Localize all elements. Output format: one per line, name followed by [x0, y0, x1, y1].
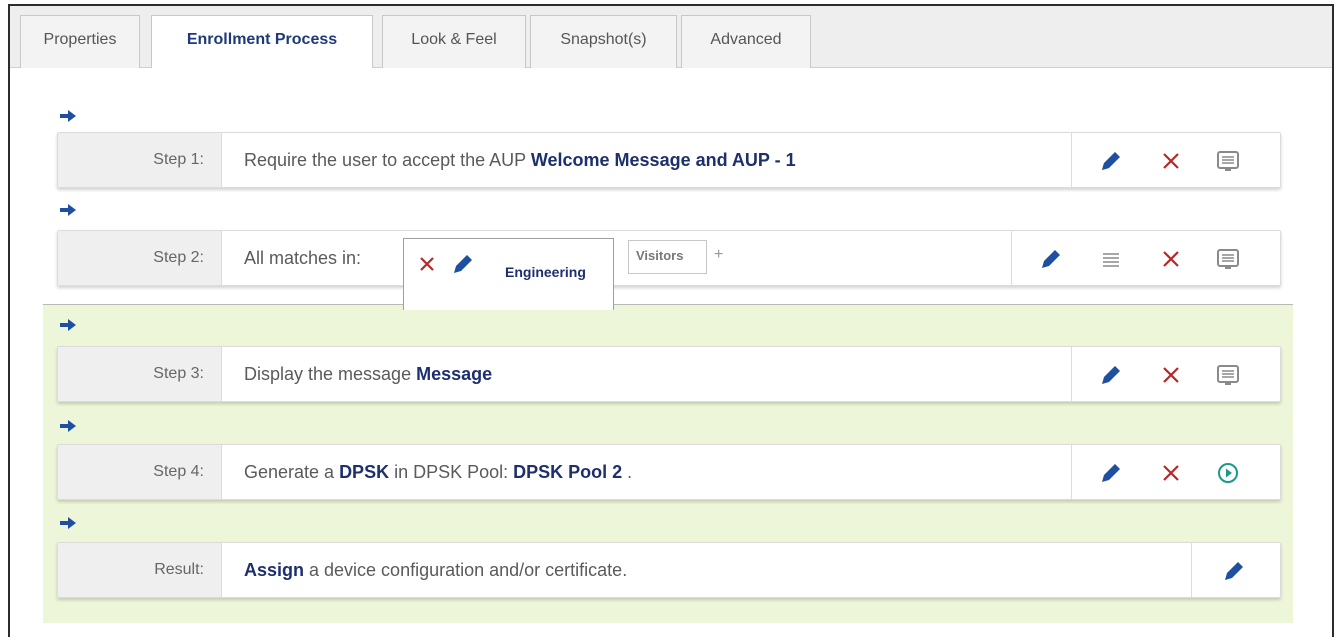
enrollment-process-panel: Step 1: Require the user to accept the A…	[10, 68, 1332, 637]
step-label: Step 4:	[58, 445, 222, 499]
arrow-right-icon	[60, 110, 76, 122]
step-text: in DPSK Pool:	[389, 462, 514, 482]
group-name: Engineering	[505, 264, 586, 280]
result-row: Result: Assign a device configuration an…	[57, 542, 1281, 598]
assign-link[interactable]: Assign	[244, 560, 304, 580]
edit-icon[interactable]	[1221, 558, 1247, 584]
delete-icon[interactable]	[1158, 148, 1184, 174]
group-delete-icon[interactable]	[414, 251, 440, 277]
step-row-4: Step 4: Generate a DPSK in DPSK Pool: DP…	[57, 444, 1281, 500]
step-actions	[1071, 347, 1280, 401]
tab-properties[interactable]: Properties	[20, 15, 140, 68]
tab-advanced[interactable]: Advanced	[681, 15, 811, 68]
dpsk-link[interactable]: DPSK	[339, 462, 389, 482]
step-description: All matches in:	[244, 248, 362, 268]
tab-bar: Properties Enrollment Process Look & Fee…	[10, 6, 1332, 69]
step-label: Step 2:	[58, 231, 222, 285]
add-group-button[interactable]: +	[714, 246, 723, 264]
group-edit-icon[interactable]	[450, 251, 476, 277]
window-frame: Properties Enrollment Process Look & Fee…	[8, 4, 1334, 637]
delete-icon[interactable]	[1158, 246, 1184, 272]
result-label: Result:	[58, 543, 222, 597]
step-text: Require the user to accept the AUP	[244, 150, 531, 170]
aup-link[interactable]: Welcome Message and AUP - 1	[531, 150, 796, 170]
list-icon[interactable]	[1098, 246, 1124, 272]
edit-icon[interactable]	[1098, 362, 1124, 388]
dpsk-pool-link[interactable]: DPSK Pool 2	[513, 462, 622, 482]
step-actions	[1011, 231, 1280, 285]
message-link[interactable]: Message	[416, 364, 492, 384]
step-description: Generate a DPSK in DPSK Pool: DPSK Pool …	[244, 445, 632, 499]
group-tab-engineering[interactable]: Engineering	[403, 238, 614, 310]
edit-icon[interactable]	[1098, 148, 1124, 174]
step-label: Step 1:	[58, 133, 222, 187]
arrow-right-icon	[60, 420, 76, 432]
play-circle-icon[interactable]	[1215, 460, 1241, 486]
step-text: Generate a	[244, 462, 340, 482]
step-actions	[1071, 133, 1280, 187]
step-description: Require the user to accept the AUP Welco…	[244, 133, 796, 187]
step-label: Step 3:	[58, 347, 222, 401]
tab-look-and-feel[interactable]: Look & Feel	[382, 15, 526, 68]
arrow-right-icon	[60, 517, 76, 529]
result-actions	[1191, 543, 1280, 597]
step-text: Display the message	[244, 364, 417, 384]
message-icon[interactable]	[1215, 362, 1241, 388]
arrow-right-icon	[60, 204, 76, 216]
step-row-1: Step 1: Require the user to accept the A…	[57, 132, 1281, 188]
delete-icon[interactable]	[1158, 460, 1184, 486]
message-icon[interactable]	[1215, 148, 1241, 174]
arrow-right-icon	[60, 319, 76, 331]
result-description: Assign a device configuration and/or cer…	[244, 543, 627, 597]
result-text: a device configuration and/or certificat…	[304, 560, 628, 580]
tab-enrollment-process[interactable]: Enrollment Process	[151, 15, 373, 69]
edit-icon[interactable]	[1038, 246, 1064, 272]
step-row-3: Step 3: Display the message Message	[57, 346, 1281, 402]
step-description: Display the message Message	[244, 347, 492, 401]
tab-snapshots[interactable]: Snapshot(s)	[530, 15, 677, 68]
message-icon[interactable]	[1215, 246, 1241, 272]
step-text: .	[622, 462, 633, 482]
edit-icon[interactable]	[1098, 460, 1124, 486]
group-tab-visitors[interactable]: Visitors	[628, 240, 707, 274]
step-actions	[1071, 445, 1280, 499]
delete-icon[interactable]	[1158, 362, 1184, 388]
